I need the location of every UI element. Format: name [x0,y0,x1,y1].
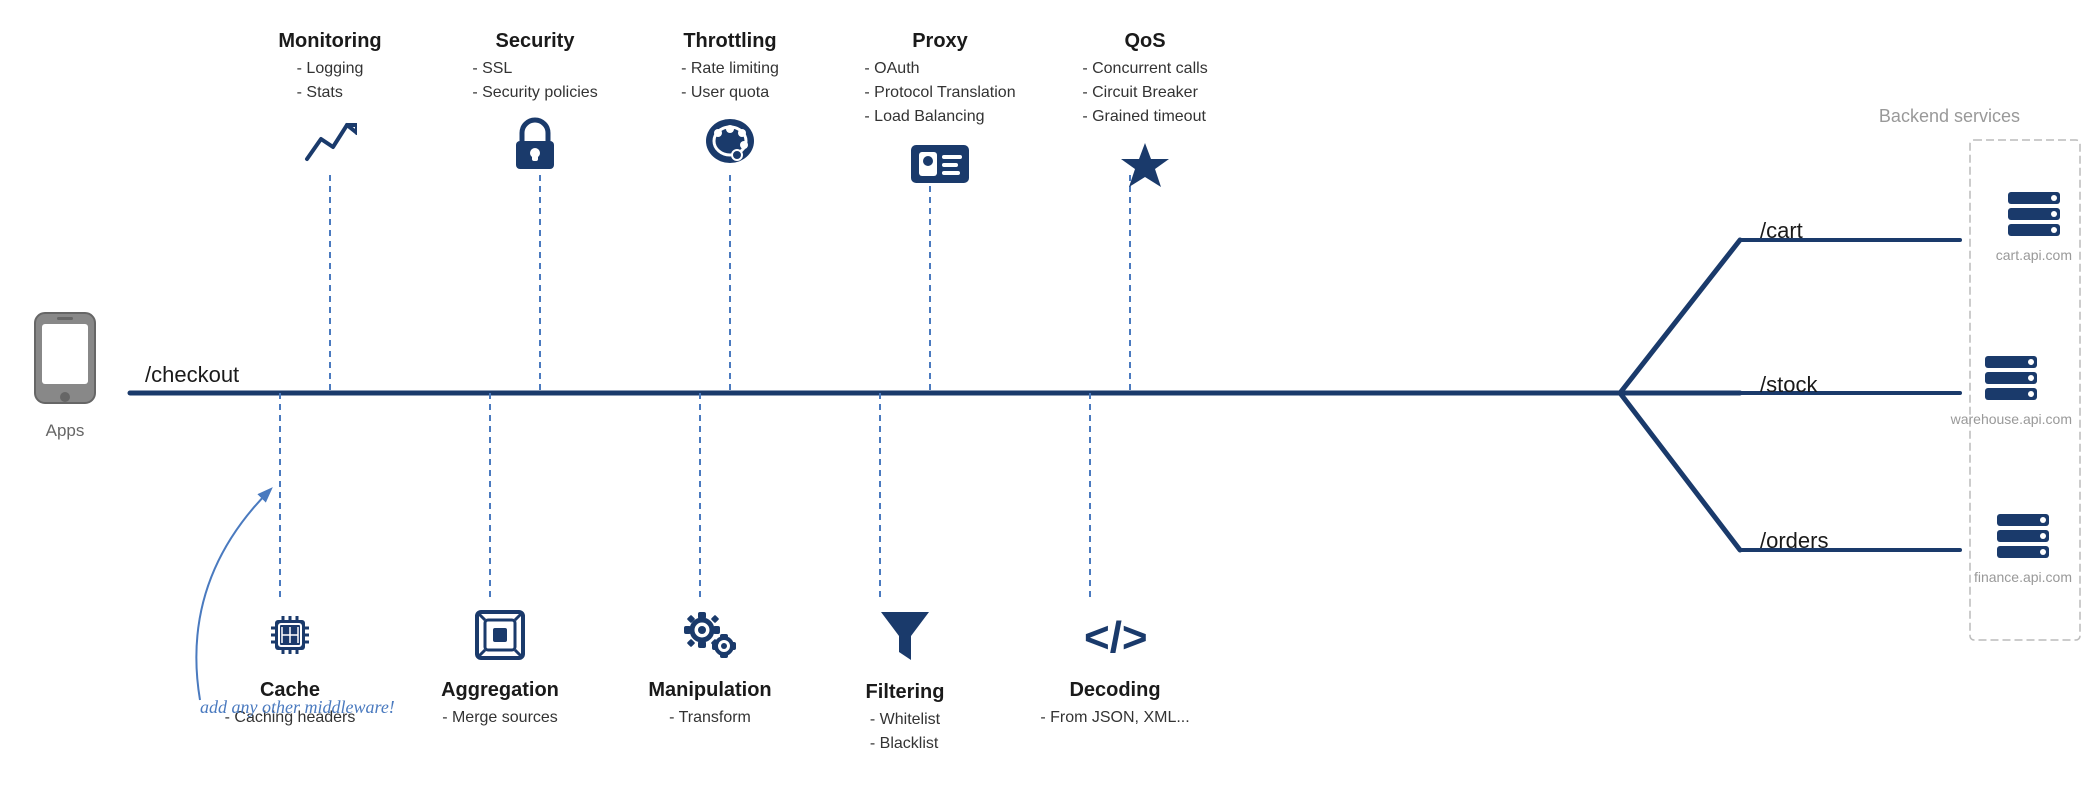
orders-server: finance.api.com [1974,510,2072,585]
manipulation-icon [680,608,740,671]
cart-route: /cart [1760,218,1803,244]
orders-domain: finance.api.com [1974,569,2072,585]
middleware-note: add any other middleware! [200,697,395,718]
security-icon [510,115,560,182]
monitoring-icon [303,115,357,178]
filtering-feature: Filtering - Whitelist- Blacklist [825,600,985,756]
aggregation-desc: - Merge sources [442,706,558,730]
qos-desc: - Concurrent calls- Circuit Breaker- Gra… [1082,57,1207,129]
throttling-title: Throttling [683,30,776,53]
monitoring-title: Monitoring [278,30,381,53]
stock-route: /stock [1760,372,1817,398]
manipulation-feature: Aggregation Manipulation - Transform [625,600,795,730]
security-title: Security [496,30,575,53]
aggregation-title: Aggregation [441,679,559,702]
filtering-desc: - Whitelist- Blacklist [870,708,940,756]
aggregation-icon [473,608,527,671]
phone-icon: Apps [30,310,100,441]
manipulation-desc: - Transform [669,706,751,730]
proxy-desc: - OAuth- Protocol Translation- Load Bala… [864,57,1015,129]
proxy-title: Proxy [912,30,968,53]
stock-server: warehouse.api.com [1951,352,2072,427]
aggregation-feature: Aggregation - Merge sources [415,600,585,730]
stock-domain: warehouse.api.com [1951,411,2072,427]
security-feature: Security - SSL- Security policies [455,30,615,190]
cart-server: cart.api.com [1996,188,2072,263]
orders-route: /orders [1760,528,1828,554]
decoding-icon: </> [1080,608,1150,671]
throttling-feature: Throttling - Rate limiting- User quota [650,30,810,184]
qos-feature: QoS - Concurrent calls- Circuit Breaker-… [1040,30,1250,210]
checkout-route-label: /checkout [145,362,239,388]
api-gateway-diagram: { "title": "API Gateway Middleware Diagr… [0,0,2100,800]
svg-text:</>: </> [1084,613,1148,662]
throttling-icon [702,115,758,176]
throttling-desc: - Rate limiting- User quota [681,57,779,105]
decoding-desc: - From JSON, XML... [1040,706,1189,730]
filtering-title: Filtering [866,681,945,704]
decoding-title: Decoding [1069,679,1160,702]
manipulation-title-show: Manipulation [648,679,771,702]
monitoring-desc: - Logging- Stats [297,57,364,105]
proxy-feature: Proxy - OAuth- Protocol Translation- Loa… [840,30,1040,206]
proxy-icon [909,139,971,198]
filtering-icon [879,608,931,673]
qos-icon [1117,139,1173,202]
cart-domain: cart.api.com [1996,247,2072,263]
apps-label: Apps [30,421,100,441]
decoding-feature: </> Decoding - From JSON, XML... [1010,600,1220,730]
security-desc: - SSL- Security policies [472,57,597,105]
backend-services-title: Backend services [1879,106,2020,127]
qos-title: QoS [1124,30,1165,53]
cache-icon [263,608,317,671]
monitoring-feature: Monitoring - Logging- Stats [255,30,405,186]
